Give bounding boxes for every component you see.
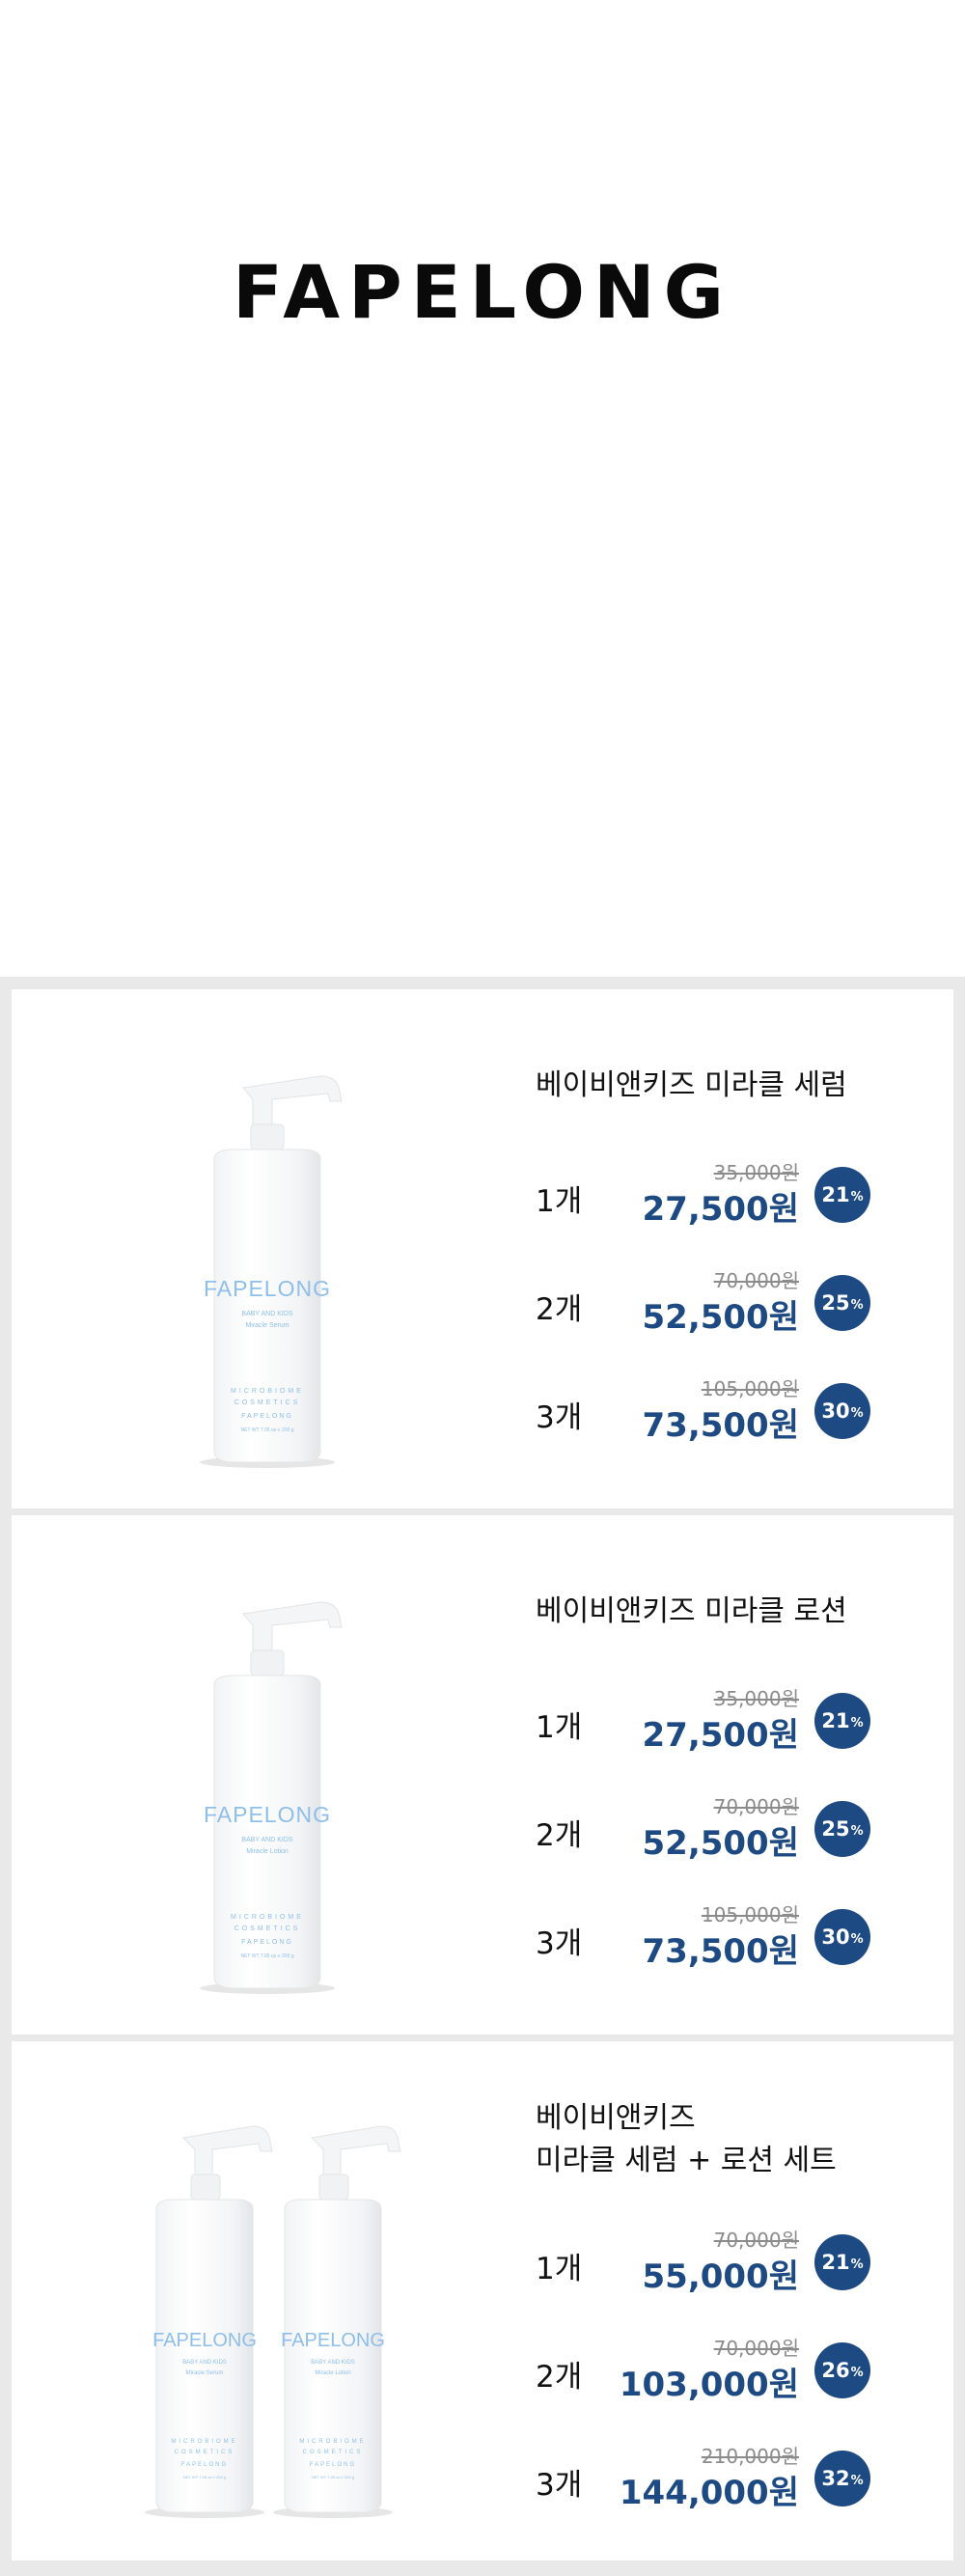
option-row-2[interactable]: 2개 70,000원 52,500원 25% xyxy=(12,1787,953,1874)
discount-badge: 32% xyxy=(814,2451,870,2507)
product-card-lotion[interactable]: FAPELONG BABY AND KIDS Miracle Lotion MI… xyxy=(12,1515,953,2035)
option-quantity: 3개 xyxy=(536,1400,583,1435)
original-price: 70,000원 xyxy=(713,2229,799,2252)
option-row-1[interactable]: 1개 35,000원 27,500원 21% xyxy=(12,1679,953,1766)
option-row-1[interactable]: 1개 70,000원 55,000원 21% xyxy=(12,2221,953,2308)
sale-price: 52,500원 xyxy=(642,1298,799,1337)
option-quantity: 2개 xyxy=(536,1292,583,1327)
discount-badge: 21% xyxy=(814,1167,870,1223)
discount-badge: 30% xyxy=(814,1909,870,1965)
option-row-2[interactable]: 2개 70,000원 103,000원 26% xyxy=(12,2329,953,2416)
sale-price: 144,000원 xyxy=(619,2474,799,2512)
discount-badge: 25% xyxy=(814,1275,870,1331)
original-price: 210,000원 xyxy=(701,2445,799,2468)
product-card-serum[interactable]: FAPELONG BABY AND KIDS Miracle Serum MIC… xyxy=(12,989,953,1509)
sale-price: 27,500원 xyxy=(642,1190,799,1229)
hero-section: FAPELONG xyxy=(0,0,965,977)
option-quantity: 2개 xyxy=(536,1818,583,1853)
option-row-3[interactable]: 3개 210,000원 144,000원 32% xyxy=(12,2437,953,2524)
original-price: 35,000원 xyxy=(713,1687,799,1710)
original-price: 70,000원 xyxy=(713,1795,799,1818)
discount-badge: 26% xyxy=(814,2342,870,2398)
brand-logo: FAPELONG xyxy=(233,249,732,335)
option-row-2[interactable]: 2개 70,000원 52,500원 25% xyxy=(12,1261,953,1348)
sale-price: 27,500원 xyxy=(642,1716,799,1755)
sale-price: 73,500원 xyxy=(642,1932,799,1971)
product-title: 베이비앤키즈 미라클 세럼 + 로션 세트 xyxy=(536,2101,837,2177)
option-row-3[interactable]: 3개 105,000원 73,500원 30% xyxy=(12,1896,953,1982)
sale-price: 55,000원 xyxy=(642,2257,799,2296)
option-row-1[interactable]: 1개 35,000원 27,500원 21% xyxy=(12,1153,953,1240)
discount-badge: 25% xyxy=(814,1801,870,1857)
option-quantity: 1개 xyxy=(536,2252,583,2286)
original-price: 105,000원 xyxy=(701,1377,799,1400)
option-quantity: 1개 xyxy=(536,1710,583,1745)
sale-price: 73,500원 xyxy=(642,1406,799,1445)
original-price: 35,000원 xyxy=(713,1161,799,1184)
option-quantity: 3개 xyxy=(536,1926,583,1961)
option-quantity: 1개 xyxy=(536,1184,583,1219)
product-card-set[interactable]: FAPELONG BABY AND KIDS Miracle Serum MIC… xyxy=(12,2041,953,2561)
discount-badge: 21% xyxy=(814,2234,870,2290)
original-price: 70,000원 xyxy=(713,1269,799,1292)
discount-badge: 21% xyxy=(814,1693,870,1749)
option-quantity: 2개 xyxy=(536,2360,583,2395)
discount-badge: 30% xyxy=(814,1383,870,1439)
sale-price: 52,500원 xyxy=(642,1824,799,1863)
sale-price: 103,000원 xyxy=(619,2366,799,2404)
option-quantity: 3개 xyxy=(536,2468,583,2503)
original-price: 105,000원 xyxy=(701,1903,799,1926)
product-title: 베이비앤키즈 미라클 로션 xyxy=(536,1594,847,1628)
original-price: 70,000원 xyxy=(713,2337,799,2360)
option-row-3[interactable]: 3개 105,000원 73,500원 30% xyxy=(12,1370,953,1456)
product-title: 베이비앤키즈 미라클 세럼 xyxy=(536,1068,847,1102)
